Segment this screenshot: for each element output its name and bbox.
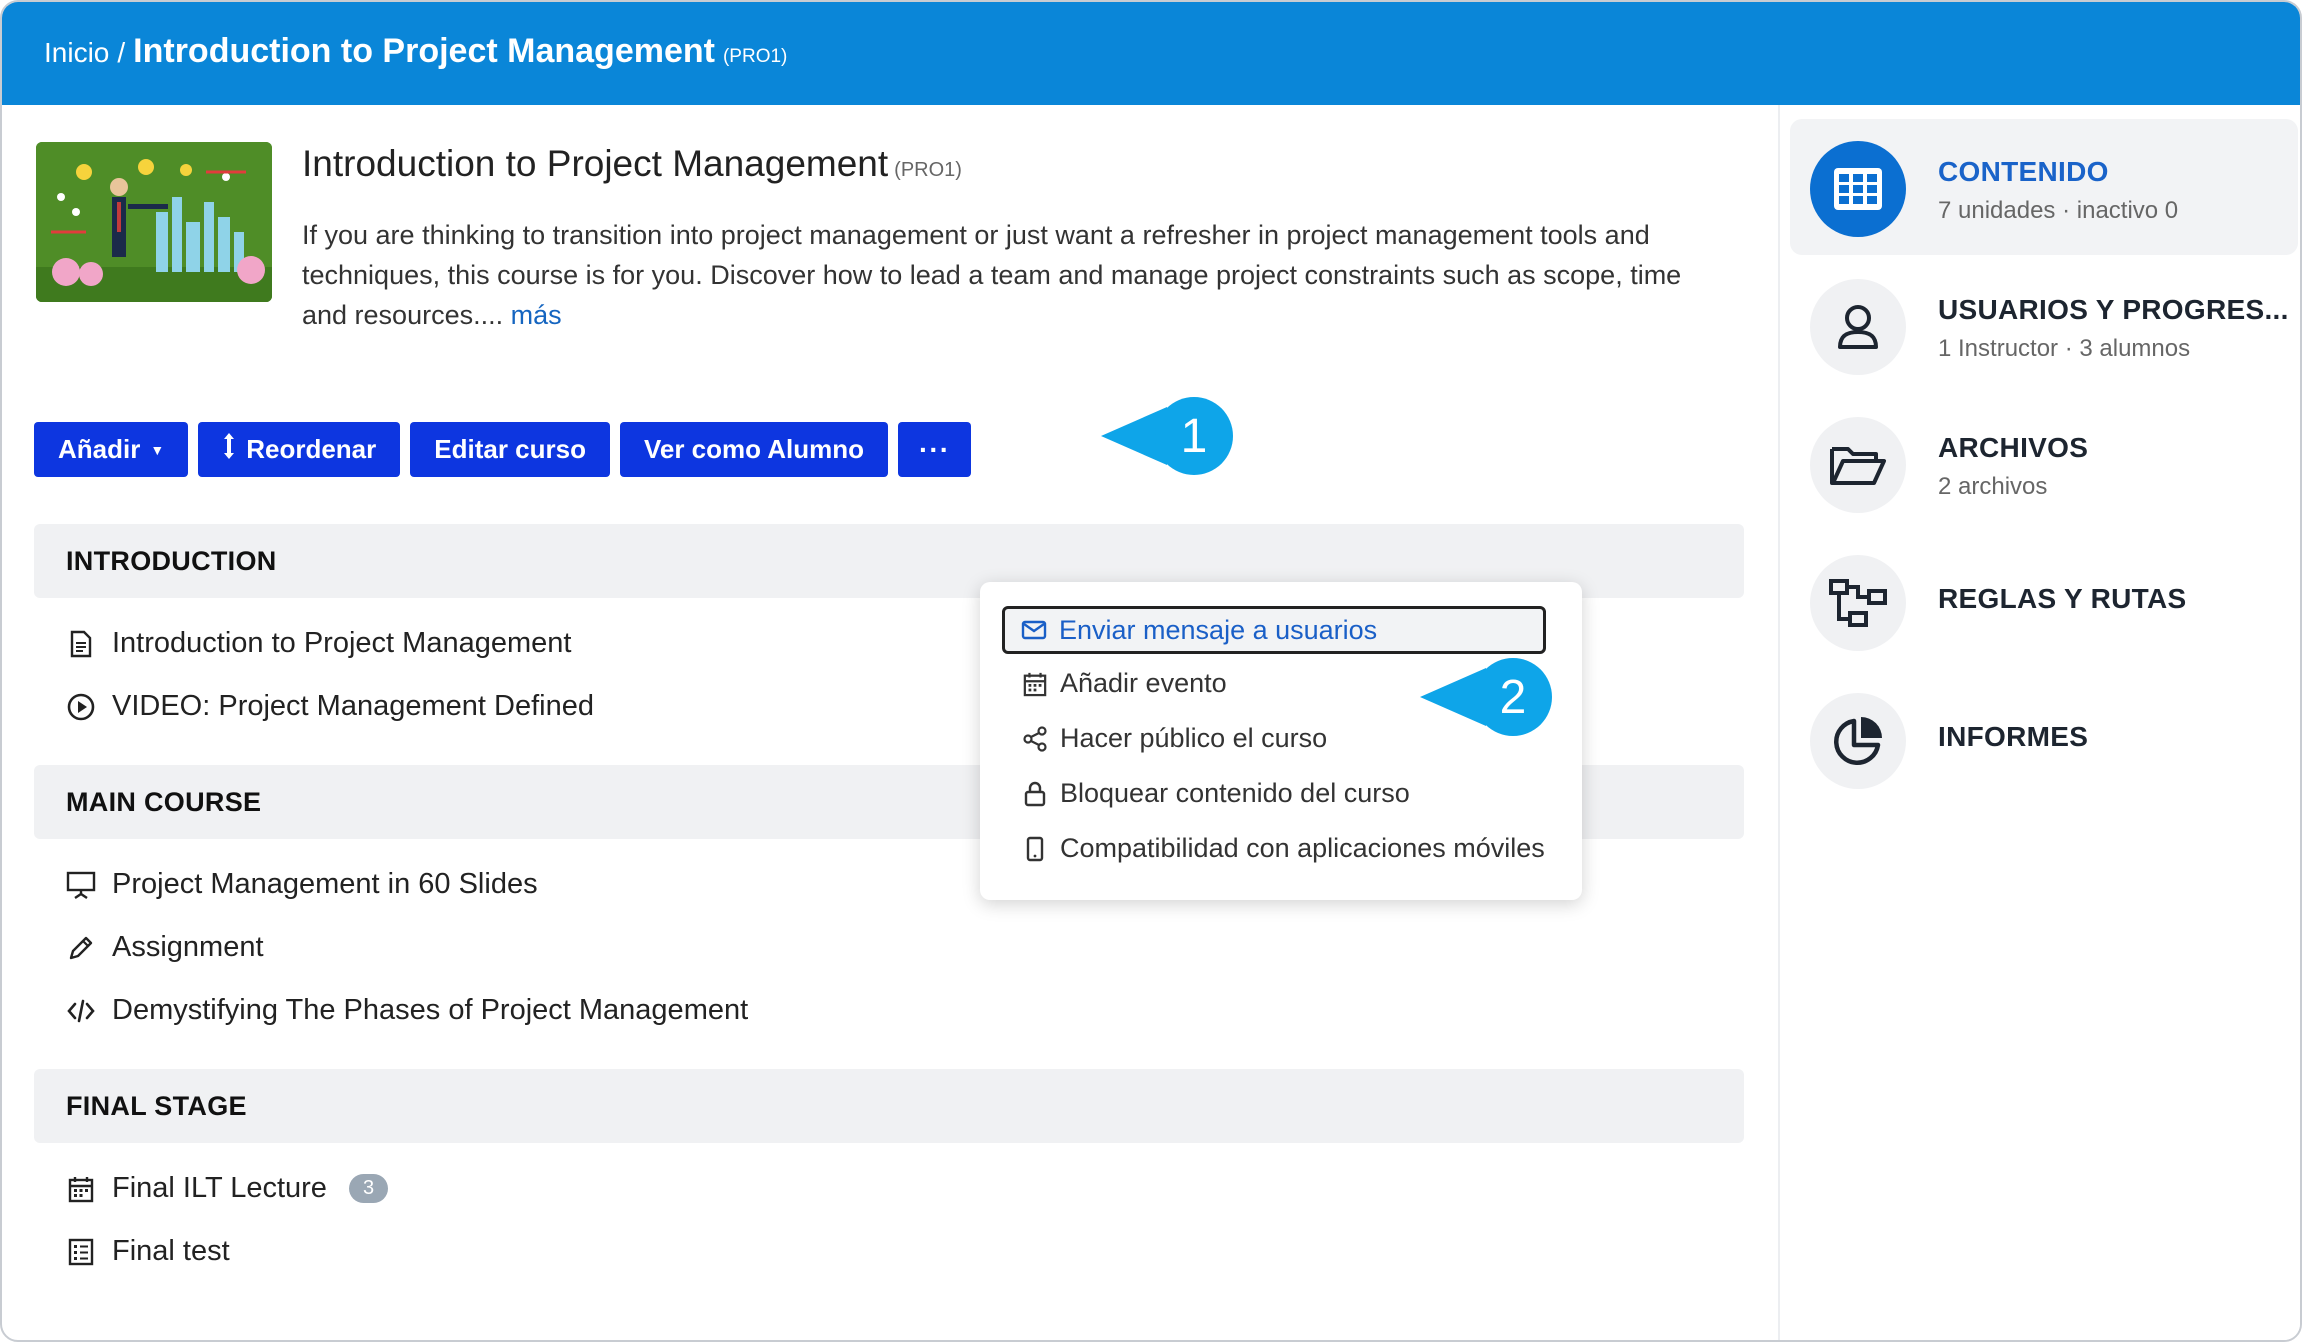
count-badge: 3	[348, 1174, 389, 1203]
callout-marker-2: 2	[1420, 658, 1552, 736]
callout-marker-1: 1	[1101, 397, 1233, 475]
course-description-text: If you are thinking to transition into p…	[302, 220, 1682, 330]
course-thumbnail	[36, 142, 272, 302]
sidebar-item-title: INFORMES	[1938, 721, 2089, 752]
sidebar-item-files[interactable]: ARCHIVOS 2 archivos	[1790, 395, 2298, 531]
menu-item-make-public[interactable]: Hacer público el curso	[1022, 723, 1327, 754]
reorder-button-label: Reordenar	[246, 434, 377, 464]
unit-label: VIDEO: Project Management Defined	[112, 690, 594, 722]
top-bar: Inicio / Introduction to Project Managem…	[2, 2, 2300, 105]
section-title: INTRODUCTION	[66, 546, 277, 576]
unit-label: Demystifying The Phases of Project Manag…	[112, 994, 749, 1026]
menu-item-send-message[interactable]: Enviar mensaje a usuarios	[1002, 606, 1546, 654]
calendar-icon	[1022, 671, 1048, 697]
breadcrumb-home[interactable]: Inicio	[44, 37, 109, 69]
menu-item-label: Enviar mensaje a usuarios	[1059, 614, 1378, 645]
course-toolbar: Añadir ▼ Reordenar Editar curso Ver como…	[34, 422, 972, 477]
breadcrumb-course-title: Introduction to Project Management	[133, 32, 715, 70]
callout-number: 1	[1155, 397, 1233, 475]
unit-item[interactable]: Final test	[66, 1235, 230, 1268]
more-options-dropdown: Enviar mensaje a usuarios Añadir evento …	[980, 582, 1582, 900]
calendar-icon	[66, 1174, 96, 1204]
unit-item[interactable]: Assignment	[66, 931, 264, 964]
edit-course-button-label: Editar curso	[434, 434, 586, 464]
folder-icon	[1810, 417, 1906, 513]
menu-item-label: Hacer público el curso	[1060, 723, 1328, 753]
unit-item[interactable]: Final ILT Lecture 3	[66, 1172, 389, 1205]
breadcrumb-separator: /	[117, 37, 126, 68]
section-title: MAIN COURSE	[66, 787, 262, 817]
sidebar-item-subtitle: 7 unidades · inactivo 0	[1938, 197, 2179, 224]
edit-course-button[interactable]: Editar curso	[410, 422, 610, 477]
unit-label: Final test	[112, 1235, 230, 1267]
unit-item[interactable]: Project Management in 60 Slides	[66, 868, 538, 901]
unit-item[interactable]: Introduction to Project Management	[66, 627, 571, 660]
view-as-student-button-label: Ver como Alumno	[643, 434, 865, 464]
unit-item[interactable]: Demystifying The Phases of Project Manag…	[66, 994, 748, 1027]
sidebar-item-title: USUARIOS Y PROGRES...	[1938, 294, 2289, 325]
sidebar-item-subtitle: 1 Instructor · 3 alumnos	[1938, 335, 2191, 362]
menu-item-label: Compatibilidad con aplicaciones móviles	[1060, 833, 1545, 863]
path-icon	[1810, 555, 1906, 651]
unit-label: Project Management in 60 Slides	[112, 868, 538, 900]
main-content: Introduction to Project Management (PRO1)…	[2, 105, 1778, 1340]
user-icon	[1810, 279, 1906, 375]
section-header-final-stage[interactable]: FINAL STAGE	[34, 1069, 1744, 1143]
pie-chart-icon	[1810, 693, 1906, 789]
test-icon	[66, 1237, 96, 1267]
play-icon	[66, 692, 96, 722]
view-as-student-button[interactable]: Ver como Alumno	[619, 422, 889, 477]
ellipsis-icon: ···	[919, 433, 951, 465]
caret-down-icon: ▼	[150, 441, 165, 458]
add-button-label: Añadir	[58, 434, 141, 464]
sidebar-item-content[interactable]: CONTENIDO 7 unidades · inactivo 0	[1790, 119, 2298, 255]
reorder-button[interactable]: Reordenar	[198, 422, 401, 477]
updown-arrow-icon	[222, 432, 236, 467]
sidebar-item-subtitle: 2 archivos	[1938, 473, 2048, 500]
course-title: Introduction to Project Management (PRO1)	[302, 143, 962, 185]
document-icon	[66, 629, 96, 659]
code-icon	[66, 996, 96, 1026]
menu-item-add-event[interactable]: Añadir evento	[1022, 668, 1227, 699]
sidebar-item-users-progress[interactable]: USUARIOS Y PROGRES... 1 Instructor · 3 a…	[1790, 257, 2298, 393]
envelope-icon	[1021, 617, 1047, 643]
sidebar-item-title: ARCHIVOS	[1938, 432, 2089, 463]
grid-icon	[1810, 141, 1906, 237]
more-link[interactable]: más	[511, 300, 562, 330]
menu-item-label: Añadir evento	[1060, 668, 1227, 698]
right-sidebar: CONTENIDO 7 unidades · inactivo 0 USUARI…	[1778, 105, 2300, 1340]
add-button[interactable]: Añadir ▼	[34, 422, 189, 477]
course-code: (PRO1)	[894, 159, 962, 181]
sidebar-item-reports[interactable]: INFORMES	[1790, 671, 2298, 807]
presentation-icon	[66, 870, 96, 900]
more-options-button[interactable]: ···	[898, 422, 972, 477]
sidebar-item-title: CONTENIDO	[1938, 156, 2109, 187]
menu-item-lock-content[interactable]: Bloquear contenido del curso	[1022, 778, 1410, 809]
menu-item-mobile-compatibility[interactable]: Compatibilidad con aplicaciones móviles	[1022, 833, 1545, 864]
breadcrumb: Inicio / Introduction to Project Managem…	[44, 32, 787, 71]
pencil-icon	[66, 933, 96, 963]
unit-label: Final ILT Lecture	[112, 1172, 327, 1204]
mobile-icon	[1022, 836, 1048, 862]
callout-number: 2	[1474, 658, 1552, 736]
course-title-text: Introduction to Project Management	[302, 143, 889, 184]
app-window: Inicio / Introduction to Project Managem…	[0, 0, 2302, 1342]
menu-item-label: Bloquear contenido del curso	[1060, 778, 1410, 808]
sidebar-item-rules-paths[interactable]: REGLAS Y RUTAS	[1790, 533, 2298, 669]
course-description: If you are thinking to transition into p…	[302, 215, 1692, 335]
unit-label: Introduction to Project Management	[112, 627, 572, 659]
share-icon	[1022, 725, 1048, 752]
unit-label: Assignment	[112, 931, 264, 963]
lock-icon	[1022, 781, 1048, 807]
breadcrumb-course-code: (PRO1)	[722, 46, 788, 67]
unit-item[interactable]: VIDEO: Project Management Defined	[66, 690, 594, 723]
sidebar-item-title: REGLAS Y RUTAS	[1938, 583, 2187, 614]
section-title: FINAL STAGE	[66, 1091, 247, 1121]
